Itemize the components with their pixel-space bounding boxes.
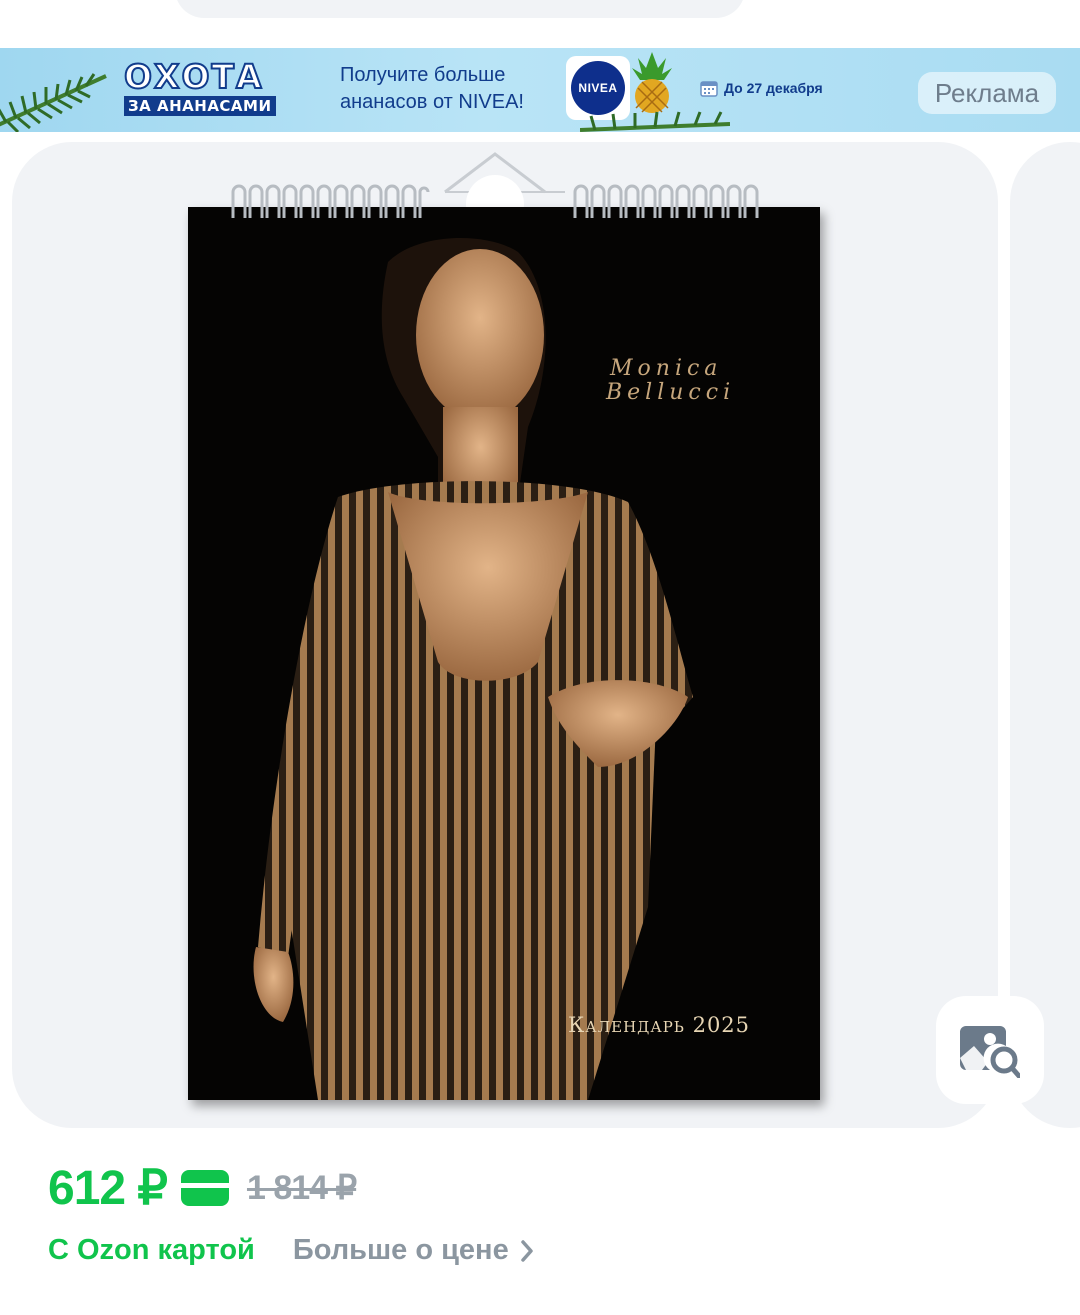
ad-banner[interactable]: ОХОТА ЗА АНАНАСАМИ Получите больше анана… <box>0 48 1080 132</box>
current-price: 612 ₽ <box>48 1162 168 1215</box>
calendar-spiral-right <box>573 184 759 218</box>
next-product-image-card[interactable] <box>1010 142 1080 1128</box>
product-photo: Monica Bellucci Календарь 2025 <box>188 207 820 1100</box>
calendar-spiral-left <box>231 184 430 218</box>
image-search-button[interactable] <box>936 996 1044 1104</box>
fir-branch-icon <box>580 111 730 132</box>
ad-text: Получите больше ананасов от NIVEA! <box>340 62 524 116</box>
ad-date: До 27 декабря <box>700 79 823 97</box>
ad-label: Реклама <box>918 72 1056 114</box>
model-figure <box>253 238 693 1100</box>
ozon-card-label: С Ozon картой <box>48 1234 255 1266</box>
calendar-icon <box>700 81 718 97</box>
price-row: 612 ₽ 1 814 ₽ <box>48 1160 357 1216</box>
image-search-icon <box>960 1026 1020 1078</box>
fir-branch-icon <box>0 73 107 132</box>
ad-date-text: До 27 декабря <box>724 80 823 96</box>
ad-promo-title-block: ОХОТА ЗА АНАНАСАМИ <box>123 57 324 116</box>
top-search-pill[interactable] <box>175 0 745 18</box>
price-details-row: С Ozon картой Больше о цене <box>48 1234 535 1267</box>
more-about-price-link[interactable]: Больше о цене <box>293 1234 509 1267</box>
ad-text-line1: Получите больше <box>340 64 506 86</box>
ad-text-line2: ананасов от NIVEA! <box>340 91 524 113</box>
calendar-title: Календарь 2025 <box>568 1013 751 1037</box>
photo-signature: Monica Bellucci <box>606 357 735 405</box>
chevron-right-icon[interactable] <box>519 1239 535 1263</box>
signature-line1: Monica <box>610 356 723 381</box>
card-icon <box>180 1170 229 1206</box>
ad-subtitle: ЗА АНАНАСАМИ <box>124 96 276 116</box>
old-price: 1 814 ₽ <box>246 1169 357 1207</box>
ad-title: ОХОТА <box>123 57 264 96</box>
signature-line2: Bellucci <box>606 380 736 405</box>
